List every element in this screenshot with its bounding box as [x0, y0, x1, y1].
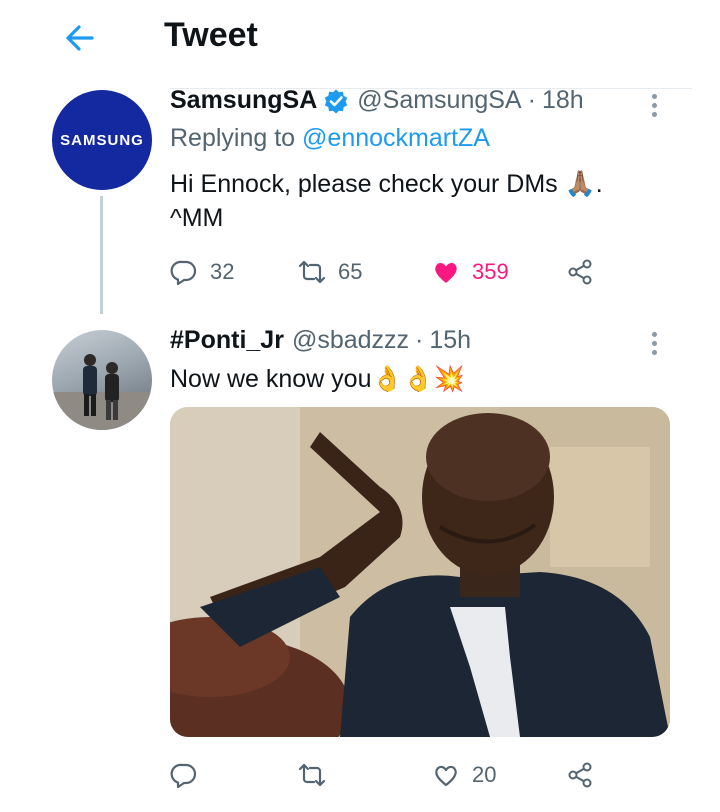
tweet-header: #Ponti_Jr @sbadzzz · 15h: [170, 326, 471, 355]
tweet-actions: 32 65 359: [170, 254, 610, 290]
tweet-text-line: ^MM: [170, 204, 224, 232]
retweet-icon: [298, 260, 326, 284]
retweet-icon: [298, 763, 326, 787]
tweet-text: Now we know you👌👌💥: [170, 365, 465, 393]
retweet-button[interactable]: [298, 757, 338, 793]
like-count: 20: [472, 762, 497, 787]
page-title: Tweet: [164, 16, 258, 54]
more-options-icon[interactable]: [651, 330, 659, 356]
top-bar: Tweet: [0, 0, 720, 80]
tweet-text-line: Hi Ennock, please check your DMs 🙏🏽.: [170, 170, 603, 198]
back-arrow-icon[interactable]: [60, 18, 100, 58]
tweet-header: SamsungSA @SamsungSA · 18h: [170, 86, 584, 115]
share-icon: [568, 259, 592, 285]
like-count: 359: [472, 259, 509, 284]
tweet-text: Hi Ennock, please check your DMs 🙏🏽. ^MM: [170, 167, 603, 235]
user-handle[interactable]: @sbadzzz: [292, 326, 409, 355]
replying-to-link[interactable]: @ennockmartZA: [302, 124, 490, 152]
share-button[interactable]: [566, 254, 594, 290]
heart-outline-icon: [435, 765, 457, 787]
tweet-image[interactable]: [170, 407, 670, 737]
display-name[interactable]: SamsungSA: [170, 86, 317, 115]
more-options-icon[interactable]: [651, 92, 659, 118]
photo-man-pointing: [170, 407, 670, 737]
retweet-count: 65: [338, 259, 363, 284]
retweet-button[interactable]: 65: [298, 254, 362, 290]
avatar[interactable]: SAMSUNG: [52, 90, 152, 190]
avatar-logo-text: SAMSUNG: [60, 131, 144, 149]
timestamp[interactable]: 15h: [429, 326, 471, 355]
replying-to: Replying to @ennockmartZA: [170, 124, 490, 153]
thread-line: [100, 196, 103, 314]
like-button[interactable]: 359: [432, 254, 509, 290]
reply-button[interactable]: 32: [170, 254, 234, 290]
share-icon: [568, 762, 592, 788]
verified-badge-icon: [323, 88, 349, 114]
like-button[interactable]: 20: [432, 757, 496, 793]
avatar[interactable]: [52, 330, 152, 430]
share-button[interactable]: [566, 757, 594, 793]
separator-dot: ·: [415, 326, 424, 354]
separator-dot: ·: [527, 86, 536, 114]
heart-filled-icon: [435, 263, 457, 283]
reply-count: 32: [210, 259, 235, 284]
avatar-photo: [52, 354, 152, 430]
user-handle[interactable]: @SamsungSA: [357, 86, 521, 115]
display-name[interactable]: #Ponti_Jr: [170, 326, 284, 355]
tweet-actions: 20: [170, 757, 610, 793]
replying-to-label: Replying to: [170, 124, 296, 152]
reply-icon: [170, 260, 197, 286]
timestamp[interactable]: 18h: [542, 86, 584, 115]
reply-icon: [170, 763, 197, 789]
reply-button[interactable]: [170, 757, 210, 793]
